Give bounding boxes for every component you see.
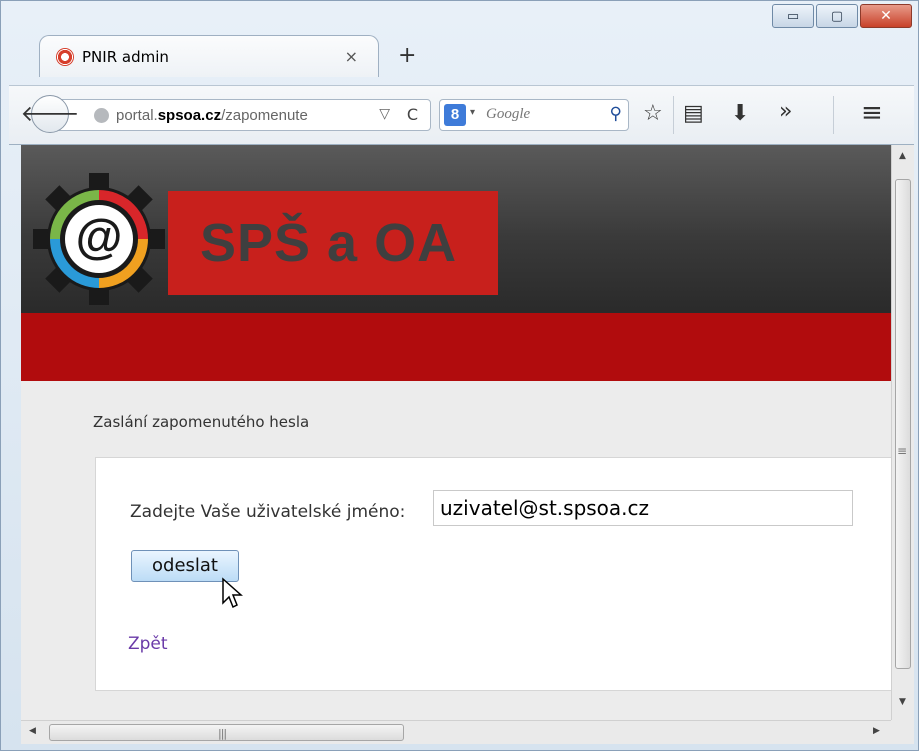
toolbar-divider <box>673 96 674 134</box>
maximize-button[interactable]: ▢ <box>816 4 858 28</box>
minimize-icon: ▭ <box>786 8 800 24</box>
url-dropdown-icon[interactable]: ▽ <box>379 106 390 122</box>
window-controls: ▭ ▢ ✕ <box>770 4 912 28</box>
scrollbar-corner <box>891 720 914 744</box>
reset-form-panel: Zadejte Vaše uživatelské jméno: uzivatel… <box>95 457 891 691</box>
google-engine-icon[interactable]: 8 <box>444 104 466 126</box>
horizontal-scroll-thumb[interactable]: ||| <box>49 724 404 741</box>
page-title: Zaslání zapomenutého hesla <box>93 413 310 431</box>
back-arrow-icon: 🡐 <box>20 102 80 127</box>
search-input[interactable]: Google <box>486 106 530 123</box>
horizontal-grip-icon: ||| <box>218 727 227 740</box>
close-window-button[interactable]: ✕ <box>860 4 912 28</box>
username-label: Zadejte Vaše uživatelské jméno: <box>130 502 406 522</box>
search-bar[interactable]: 8 ▾ Google ⚲ <box>439 99 629 131</box>
scroll-right-icon[interactable]: ▶ <box>873 726 880 736</box>
new-tab-icon[interactable]: + <box>398 43 416 68</box>
tab-close-icon[interactable]: × <box>345 47 358 66</box>
navigation-toolbar: portal.spsoa.cz/zapomenute ▽ C 🡐 8 ▾ Goo… <box>9 85 914 145</box>
mouse-cursor-icon <box>222 577 243 609</box>
vertical-scroll-thumb[interactable]: ≡ <box>895 179 911 669</box>
gear-logo-icon: @ <box>23 173 193 323</box>
url-bar[interactable]: portal.spsoa.cz/zapomenute ▽ C <box>59 99 431 131</box>
page-viewport: SPŠ a OA @ Zaslání zapomenutého hesla Za… <box>21 145 891 720</box>
scroll-left-icon[interactable]: ◀ <box>29 726 36 736</box>
maximize-icon: ▢ <box>830 8 844 24</box>
globe-icon <box>94 108 109 123</box>
url-text: portal.spsoa.cz/zapomenute <box>116 107 308 124</box>
logo-banner: SPŠ a OA <box>168 191 498 295</box>
username-field[interactable]: uzivatel@st.spsoa.cz <box>433 490 853 526</box>
vertical-scrollbar[interactable]: ▲ ≡ ▼ <box>891 145 914 720</box>
tab-title: PNIR admin <box>82 47 169 66</box>
minimize-button[interactable]: ▭ <box>772 4 814 28</box>
site-favicon-icon <box>56 47 74 66</box>
bookmark-star-icon[interactable]: ☆ <box>643 101 663 126</box>
search-engine-dropdown-icon[interactable]: ▾ <box>470 107 475 118</box>
vertical-grip-icon: ≡ <box>897 444 908 458</box>
horizontal-scrollbar[interactable]: ◀ ||| ▶ <box>21 720 891 744</box>
scroll-down-icon[interactable]: ▼ <box>899 697 906 707</box>
close-icon: ✕ <box>880 8 892 24</box>
search-icon[interactable]: ⚲ <box>610 104 622 124</box>
back-button[interactable]: 🡐 <box>21 95 80 133</box>
scroll-up-icon[interactable]: ▲ <box>899 151 906 161</box>
header-red-band <box>21 313 891 381</box>
download-icon[interactable]: ⬇ <box>731 101 749 126</box>
overflow-icon[interactable]: » <box>779 99 792 124</box>
reload-icon[interactable]: C <box>407 105 418 124</box>
logo-at-symbol: @ <box>76 211 123 264</box>
back-link[interactable]: Zpět <box>128 634 168 654</box>
tab-pnir-admin[interactable]: PNIR admin × <box>39 35 379 77</box>
toolbar-divider <box>833 96 834 134</box>
logo-text: SPŠ a OA <box>200 213 458 273</box>
menu-icon[interactable]: ≡ <box>861 98 883 128</box>
reader-view-icon[interactable]: ▤ <box>683 101 704 126</box>
browser-window: ▭ ▢ ✕ PNIR admin × + portal.spsoa.cz/zap… <box>0 0 919 751</box>
